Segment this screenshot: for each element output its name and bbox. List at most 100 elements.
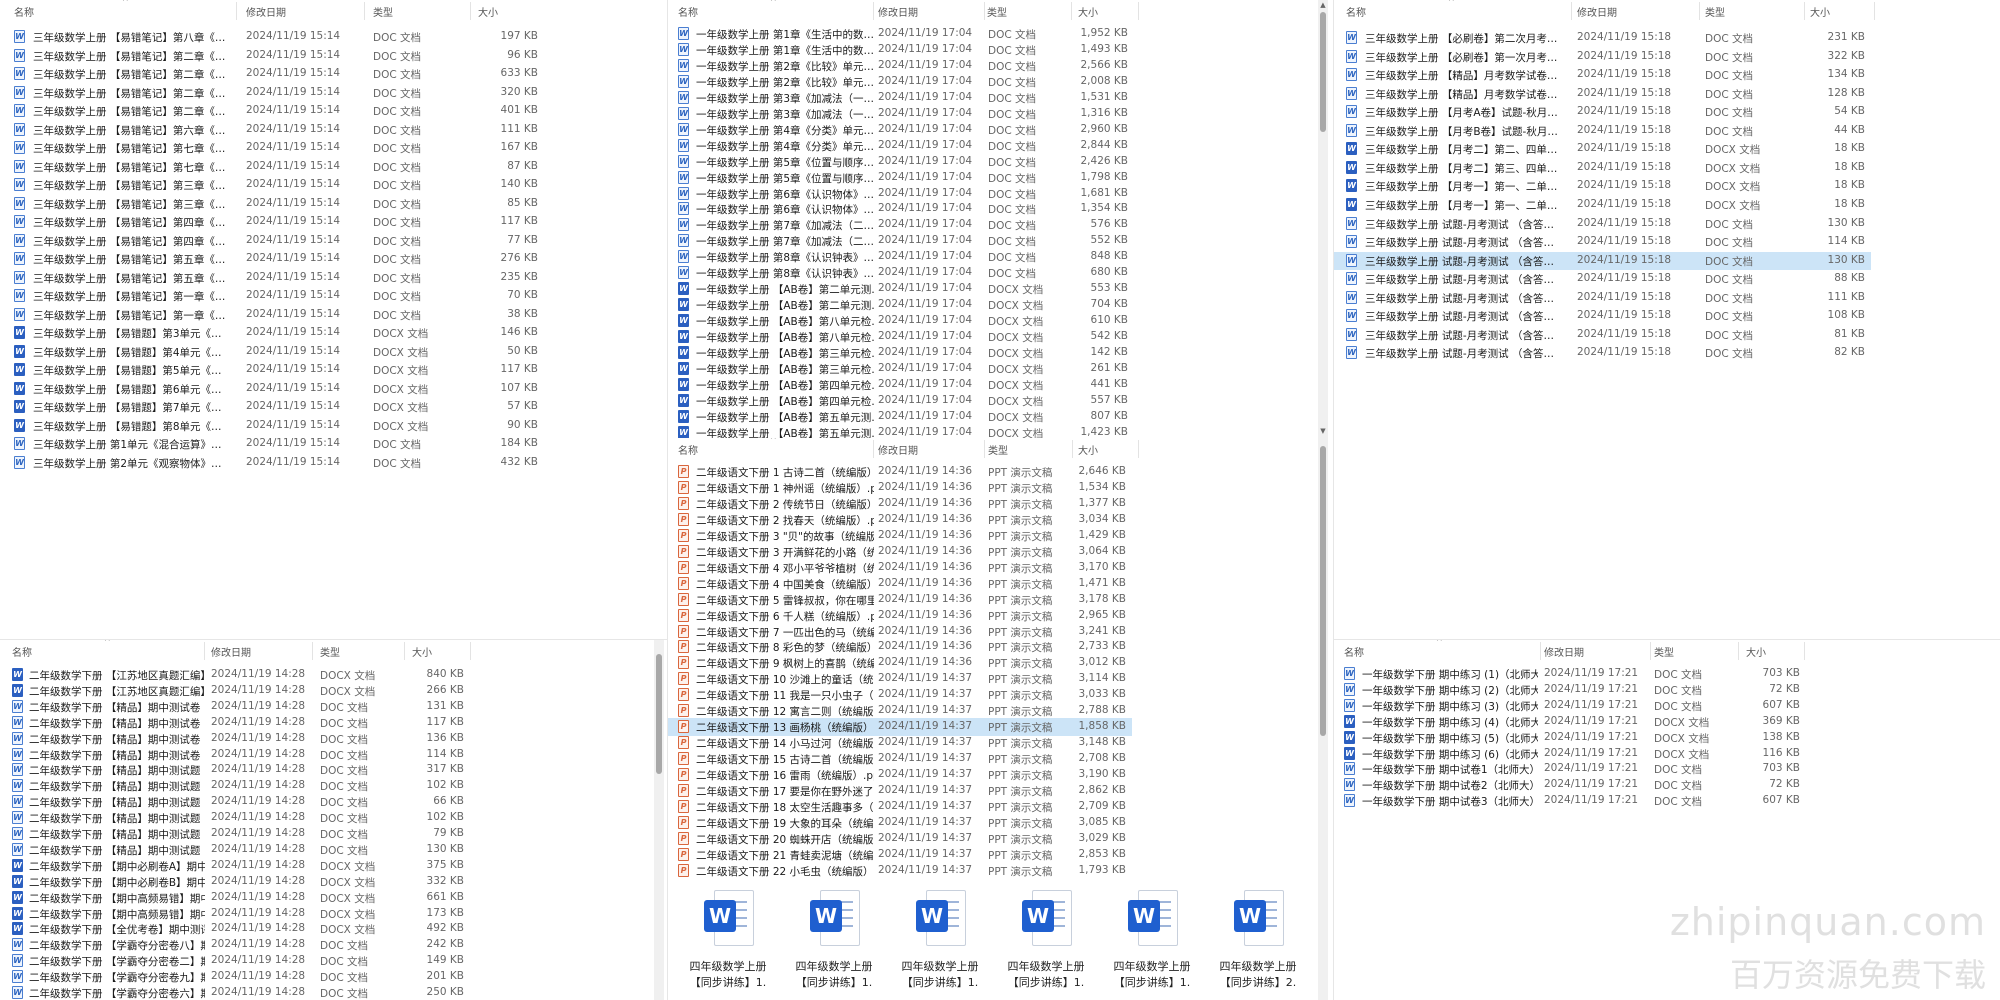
column-size-header[interactable]: 大小 [1078,4,1098,19]
file-row[interactable]: W 三年级数学上册 【月考B卷】试题-秋月… 2024/11/19 15:18 DOC… [1334,122,1871,140]
file-row[interactable]: W 三年级数学上册 【易错笔记】第四章《… 2024/11/19 15:14 DOC … [0,213,544,231]
file-row[interactable]: W 三年级数学上册 第2单元《观察物体》… 2024/11/19 15:14 DOC … [0,454,544,472]
column-type-header[interactable]: 类型 [1705,4,1725,19]
scroll-thumb[interactable] [656,654,662,774]
column-date-header[interactable]: 修改日期 [1577,4,1617,19]
column-type-header[interactable]: 类型 [987,4,1007,19]
file-date: 2024/11/19 15:14 [246,326,341,338]
column-size-header[interactable]: 大小 [1746,644,1766,659]
file-name: 三年级数学上册 【易错笔记】第八章《… [33,32,226,44]
column-type-header[interactable]: 类型 [373,4,393,19]
column-date-header[interactable]: 修改日期 [1544,644,1584,659]
column-size-header[interactable]: 大小 [412,644,432,659]
file-size: 167 KB [500,141,538,153]
file-row[interactable]: W 三年级数学上册 【易错笔记】第四章《… 2024/11/19 15:14 DOC … [0,232,544,250]
file-row[interactable]: W 三年级数学上册 【易错题】第6单元《… 2024/11/19 15:14 DOCX… [0,380,544,398]
file-tile[interactable]: W 四年级数学上册 【同步讲练】1. [890,888,990,998]
file-row[interactable]: W 三年级数学上册 【易错笔记】第七章《… 2024/11/19 15:14 DOC … [0,158,544,176]
column-size-header[interactable]: 大小 [478,4,498,19]
file-row[interactable]: W 三年级数学上册 【易错题】第3单元《… 2024/11/19 15:14 DOCX… [0,324,544,342]
file-row[interactable]: W 三年级数学上册 【月考二】第三、四单… 2024/11/19 15:18 DOCX… [1334,159,1871,177]
file-row[interactable]: W 三年级数学上册 【易错笔记】第二章《… 2024/11/19 15:14 DOC … [0,65,544,83]
file-row[interactable]: W 三年级数学上册 【易错笔记】第一章《… 2024/11/19 15:14 DOC … [0,306,544,324]
file-row[interactable]: W 三年级数学上册 试题-月考测试 （含答… 2024/11/19 15:18 DOC… [1334,215,1871,233]
column-name-header[interactable]: 名称 [1344,644,1364,659]
column-name-header[interactable]: 名称 [14,4,34,19]
file-row[interactable]: W 三年级数学上册 试题-月考测试 （含答… 2024/11/19 15:18 DOC… [1334,270,1871,288]
file-tile[interactable]: W 四年级数学上册 【同步讲练】1. [1102,888,1202,998]
file-row[interactable]: P 二年级语文下册 22 小毛虫（统编版）… 2024/11/19 14:37 PPT… [668,862,1132,880]
file-date: 2024/11/19 15:14 [246,85,341,98]
column-type-header[interactable]: 类型 [320,644,340,659]
file-row[interactable]: W 三年级数学上册 【易错题】第8单元《… 2024/11/19 15:14 DOCX… [0,417,544,435]
vertical-scrollbar[interactable] [654,640,664,1000]
column-name-header[interactable]: 名称 [678,4,698,19]
file-row[interactable]: W 三年级数学上册 【易错笔记】第三章《… 2024/11/19 15:14 DOC … [0,176,544,194]
file-row[interactable]: W 三年级数学上册 【精品】月考数学试卷… 2024/11/19 15:18 DOC … [1334,66,1871,84]
column-type-header[interactable]: 类型 [1654,644,1674,659]
file-tile[interactable]: W 四年级数学上册 【同步讲练】1. [996,888,1096,998]
file-row[interactable]: W 三年级数学上册 【易错笔记】第五章《… 2024/11/19 15:14 DOC … [0,250,544,268]
file-size: 130 KB [1827,216,1865,229]
column-type-header[interactable]: 类型 [988,442,1008,457]
file-tile[interactable]: W 四年级数学上册 【同步讲练】1. [784,888,884,998]
word-doc-icon: W [12,731,23,745]
file-size: 661 KB [426,890,464,903]
scroll-thumb[interactable] [1320,12,1326,132]
file-type: DOCX 文档 [988,284,1044,297]
scroll-up-icon[interactable]: ▲ [1318,0,1328,10]
file-row[interactable]: W 三年级数学上册 试题-月考测试 （含答… 2024/11/19 15:18 DOC… [1334,326,1871,344]
file-row[interactable]: W 三年级数学上册 【易错笔记】第二章《… 2024/11/19 15:14 DOC … [0,102,544,120]
column-name-header[interactable]: 名称 [12,644,32,659]
pane-divider [1333,0,1334,1000]
file-tile[interactable]: W 四年级数学上册 【同步讲练】1. [678,888,778,998]
file-row[interactable]: W 一年级数学下册 期中试卷3（北师大）… 2024/11/19 17:21 DOC … [1334,792,1806,810]
file-row[interactable]: W 三年级数学上册 试题-月考测试 （含答… 2024/11/19 15:18 DOC… [1334,344,1871,362]
file-row[interactable]: W 一年级数学上册 【AB卷】第五单元测… 2024/11/19 17:04 DOCX… [668,424,1134,438]
file-row[interactable]: W 三年级数学上册 【易错笔记】第五章《… 2024/11/19 15:14 DOC … [0,269,544,287]
file-row[interactable]: W 三年级数学上册 【精品】月考数学试卷… 2024/11/19 15:18 DOC … [1334,85,1871,103]
column-name-header[interactable]: 名称 [1346,4,1366,19]
column-date-header[interactable]: 修改日期 [878,442,918,457]
column-header: 名称 ^ 修改日期 类型 大小 [1334,0,2000,22]
file-row[interactable]: W 三年级数学上册 第1单元《混合运算》… 2024/11/19 15:14 DOC … [0,435,544,453]
file-row[interactable]: W 三年级数学上册 【易错题】第7单元《… 2024/11/19 15:14 DOCX… [0,398,544,416]
file-row[interactable]: W 二年级数学下册 【学霸夺分密卷六】期… 2024/11/19 14:28 DOC … [0,984,470,1000]
scroll-thumb[interactable] [1320,446,1326,736]
file-row[interactable]: W 三年级数学上册 试题-月考测试 （含答… 2024/11/19 15:18 DOC… [1334,307,1871,325]
file-row[interactable]: W 三年级数学上册 【月考一】第一、二单… 2024/11/19 15:18 DOCX… [1334,196,1871,214]
column-date-header[interactable]: 修改日期 [246,4,286,19]
file-row[interactable]: W 三年级数学上册 试题-月考测试 （含答… 2024/11/19 15:18 DOC… [1334,233,1871,251]
scroll-down-icon[interactable]: ▼ [1318,426,1328,436]
file-size: 18 KB [1834,142,1865,155]
file-type: DOC 文档 [988,220,1037,233]
file-size: 703 KB [1762,762,1800,775]
word-doc-icon: W [1344,778,1355,792]
file-row[interactable]: W 三年级数学上册 试题-月考测试 （含答… 2024/11/19 15:18 DOC… [1334,251,1871,270]
file-row[interactable]: W 三年级数学上册 【易错笔记】第七章《… 2024/11/19 15:14 DOC … [0,139,544,157]
file-row[interactable]: W 三年级数学上册 【易错笔记】第一章《… 2024/11/19 15:14 DOC … [0,287,544,305]
file-row[interactable]: W 三年级数学上册 【易错笔记】第二章《… 2024/11/19 15:14 DOC … [0,47,544,65]
file-row[interactable]: W 三年级数学上册 【月考一】第一、二单… 2024/11/19 15:18 DOCX… [1334,177,1871,195]
column-size-header[interactable]: 大小 [1810,4,1830,19]
file-row[interactable]: W 三年级数学上册 【易错笔记】第三章《… 2024/11/19 15:14 DOC … [0,195,544,213]
column-name-header[interactable]: 名称 [678,442,698,457]
file-type: DOCX 文档 [988,427,1044,438]
file-row[interactable]: W 三年级数学上册 【易错笔记】第六章《… 2024/11/19 15:14 DOC … [0,121,544,139]
file-row[interactable]: W 三年级数学上册 【月考二】第二、四单… 2024/11/19 15:18 DOCX… [1334,140,1871,158]
file-row[interactable]: W 三年级数学上册 【易错笔记】第二章《… 2024/11/19 15:14 DOC … [0,84,544,102]
file-row[interactable]: W 三年级数学上册 【必刷卷】第二次月考… 2024/11/19 15:18 DOC … [1334,29,1871,47]
file-row[interactable]: W 三年级数学上册 【易错笔记】第八章《… 2024/11/19 15:14 DOC … [0,28,544,46]
file-tile[interactable]: W 四年级数学上册 【同步讲练】2. [1208,888,1308,998]
column-date-header[interactable]: 修改日期 [878,4,918,19]
column-date-header[interactable]: 修改日期 [211,644,251,659]
column-size-header[interactable]: 大小 [1078,442,1098,457]
file-row[interactable]: W 三年级数学上册 【月考A卷】试题-秋月… 2024/11/19 15:18 DOC… [1334,103,1871,121]
file-row[interactable]: W 三年级数学上册 试题-月考测试 （含答… 2024/11/19 15:18 DOC… [1334,289,1871,307]
file-row[interactable]: W 三年级数学上册 【必刷卷】第一次月考… 2024/11/19 15:18 DOC … [1334,48,1871,66]
file-size: 96 KB [507,48,538,61]
file-row[interactable]: W 三年级数学上册 【易错题】第5单元《… 2024/11/19 15:14 DOCX… [0,361,544,379]
file-row[interactable]: W 三年级数学上册 【易错题】第4单元《… 2024/11/19 15:14 DOCX… [0,343,544,361]
vertical-scrollbar[interactable]: ▲ ▼ [1318,0,1328,1000]
file-size: 1,798 KB [1080,170,1129,183]
